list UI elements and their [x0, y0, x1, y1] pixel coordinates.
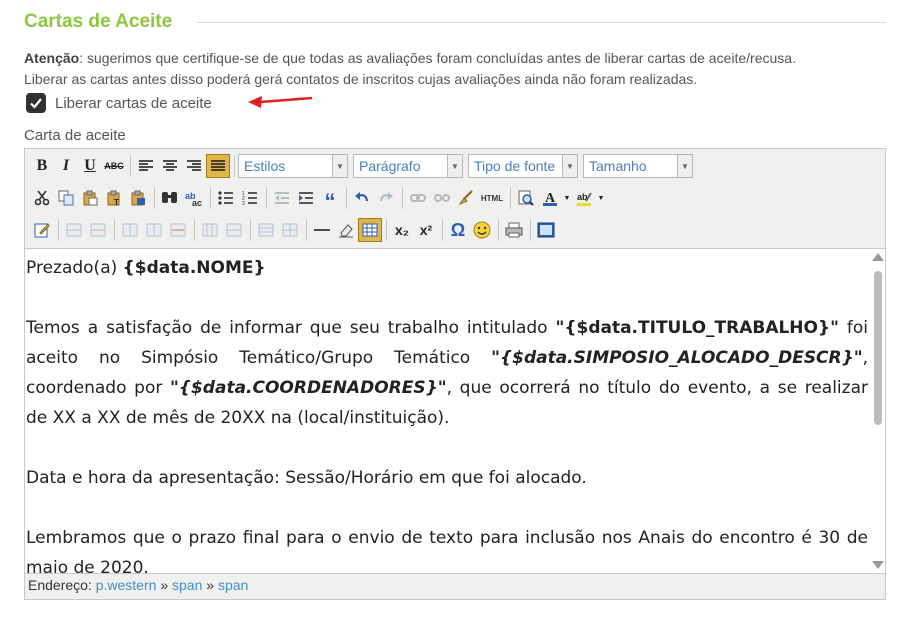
- underline-button[interactable]: U: [78, 154, 102, 178]
- paragraph-format-select[interactable]: Parágrafo ▼: [353, 154, 463, 178]
- highlight-color-icon[interactable]: ab: [572, 186, 596, 210]
- content-paragraph-3: Data e hora da apresentação: Sessão/Horá…: [26, 468, 587, 488]
- chevron-down-icon: ▼: [562, 155, 577, 177]
- blockquote-icon[interactable]: “: [318, 186, 342, 213]
- copy-icon[interactable]: [54, 186, 78, 210]
- cell-props-icon[interactable]: [278, 218, 302, 242]
- red-arrow-icon: [248, 96, 313, 108]
- content-scrollbar[interactable]: [871, 249, 885, 573]
- chevron-down-icon: ▼: [332, 155, 347, 177]
- attention-notice: Atenção: sugerimos que certifique-se de …: [24, 48, 874, 90]
- scroll-down-icon[interactable]: [872, 561, 884, 569]
- var-titulo-trabalho: "{$data.TITULO_TRABALHO}": [555, 318, 839, 338]
- release-letters-label[interactable]: Liberar cartas de aceite: [55, 95, 212, 112]
- paste-icon[interactable]: [78, 186, 102, 210]
- styles-select[interactable]: Estilos ▼: [238, 154, 348, 178]
- print-icon[interactable]: [502, 218, 526, 242]
- cut-icon[interactable]: [30, 186, 54, 210]
- align-center-icon[interactable]: [158, 154, 182, 178]
- svg-text:ac: ac: [192, 198, 202, 206]
- numbered-list-icon[interactable]: 123: [238, 186, 262, 210]
- undo-icon[interactable]: [350, 186, 374, 210]
- font-size-select[interactable]: Tamanho ▼: [583, 154, 693, 178]
- justify-icon[interactable]: [206, 154, 230, 178]
- path-item-span-1[interactable]: span: [172, 577, 202, 593]
- editor-status-bar: Endereço: p.western » span » span: [25, 573, 885, 599]
- special-char-omega-icon[interactable]: Ω: [446, 218, 470, 242]
- subscript-button[interactable]: x₂: [390, 218, 414, 242]
- link-icon[interactable]: [406, 186, 430, 210]
- toolbar-row-1: B I U ABC Estilos ▼ Parágrafo ▼ Tipo de fo…: [30, 153, 698, 179]
- chevron-down-icon: ▼: [447, 155, 462, 177]
- insert-row-icon[interactable]: [62, 218, 86, 242]
- status-label: Endereço:: [28, 577, 92, 593]
- unlink-icon[interactable]: [430, 186, 454, 210]
- content-paragraph-4: Lembramos que o prazo final para o envio…: [26, 528, 868, 573]
- scroll-up-icon[interactable]: [872, 253, 884, 261]
- fullscreen-icon[interactable]: [534, 218, 558, 242]
- editor-toolbar: B I U ABC Estilos ▼ Parágrafo ▼ Tipo de fo…: [25, 149, 885, 249]
- cleanup-brush-icon[interactable]: [454, 186, 478, 210]
- notice-line2: Liberar as cartas antes disso poderá ger…: [24, 71, 698, 87]
- notice-strong: Atenção: [24, 50, 80, 66]
- font-family-select[interactable]: Tipo de fonte ▼: [468, 154, 578, 178]
- strikethrough-button[interactable]: ABC: [102, 154, 126, 178]
- section-header: Cartas de Aceite: [24, 10, 886, 36]
- find-icon[interactable]: [158, 186, 182, 210]
- bulleted-list-icon[interactable]: [214, 186, 238, 210]
- align-left-icon[interactable]: [134, 154, 158, 178]
- delete-row-icon[interactable]: [86, 218, 110, 242]
- legend-divider: [196, 22, 886, 23]
- merge-cells-icon[interactable]: [222, 218, 246, 242]
- split-cells-icon[interactable]: [198, 218, 222, 242]
- scroll-thumb[interactable]: [874, 271, 882, 425]
- var-coordenadores: "{$data.COORDENADORES}": [170, 378, 447, 398]
- svg-text:T: T: [114, 198, 119, 206]
- var-nome: {$data.NOME}: [122, 258, 266, 278]
- chevron-down-icon: ▼: [677, 155, 692, 177]
- toolbar-row-2: T ab ac 123 “ HTML A ▼ ab ▼: [30, 185, 609, 213]
- paste-text-icon[interactable]: T: [102, 186, 126, 210]
- italic-button[interactable]: I: [54, 154, 78, 178]
- insert-column-after-icon[interactable]: [142, 218, 166, 242]
- outdent-icon[interactable]: [270, 186, 294, 210]
- release-letters-row[interactable]: Liberar cartas de aceite: [26, 92, 212, 114]
- checkmark-icon: [30, 98, 42, 109]
- insert-column-before-icon[interactable]: [118, 218, 142, 242]
- paste-word-icon[interactable]: [126, 186, 150, 210]
- edit-document-icon[interactable]: [30, 218, 54, 242]
- toolbar-row-3: x₂ x² Ω: [30, 217, 561, 243]
- delete-column-icon[interactable]: [166, 218, 190, 242]
- text-color-icon[interactable]: A: [538, 186, 562, 210]
- editor-content-area[interactable]: Prezado(a) {$data.NOME} Temos a satisfaç…: [25, 249, 871, 573]
- highlight-dropdown-icon[interactable]: ▼: [596, 186, 606, 210]
- redo-icon[interactable]: [374, 186, 398, 210]
- preview-icon[interactable]: [514, 186, 538, 210]
- align-right-icon[interactable]: [182, 154, 206, 178]
- path-item-p[interactable]: p.western: [96, 577, 157, 593]
- section-title: Cartas de Aceite: [24, 11, 173, 32]
- path-item-span-2[interactable]: span: [218, 577, 248, 593]
- letter-field-label: Carta de aceite: [24, 127, 126, 144]
- superscript-button[interactable]: x²: [414, 218, 438, 242]
- var-simposio: "{$data.SIMPOSIO_ALOCADO_DESCR}": [491, 348, 863, 368]
- indent-icon[interactable]: [294, 186, 318, 210]
- smiley-icon[interactable]: [470, 218, 494, 242]
- table-props-icon[interactable]: [254, 218, 278, 242]
- text-color-dropdown-icon[interactable]: ▼: [562, 186, 572, 210]
- content-paragraph-2: Temos a satisfação de informar que seu t…: [26, 318, 869, 428]
- notice-text: : sugerimos que certifique-se de que tod…: [79, 50, 796, 66]
- release-letters-checkbox[interactable]: [26, 93, 46, 113]
- svg-text:3: 3: [242, 201, 245, 205]
- bold-button[interactable]: B: [30, 154, 54, 178]
- rich-text-editor: B I U ABC Estilos ▼ Parágrafo ▼ Tipo de fo…: [24, 148, 886, 600]
- table-icon[interactable]: [358, 218, 382, 242]
- eraser-icon[interactable]: [334, 218, 358, 242]
- html-source-button[interactable]: HTML: [478, 186, 506, 210]
- content-paragraph-1: Prezado(a) {$data.NOME}: [26, 258, 266, 278]
- horizontal-rule-icon[interactable]: [310, 218, 334, 242]
- replace-icon[interactable]: ab ac: [182, 186, 206, 210]
